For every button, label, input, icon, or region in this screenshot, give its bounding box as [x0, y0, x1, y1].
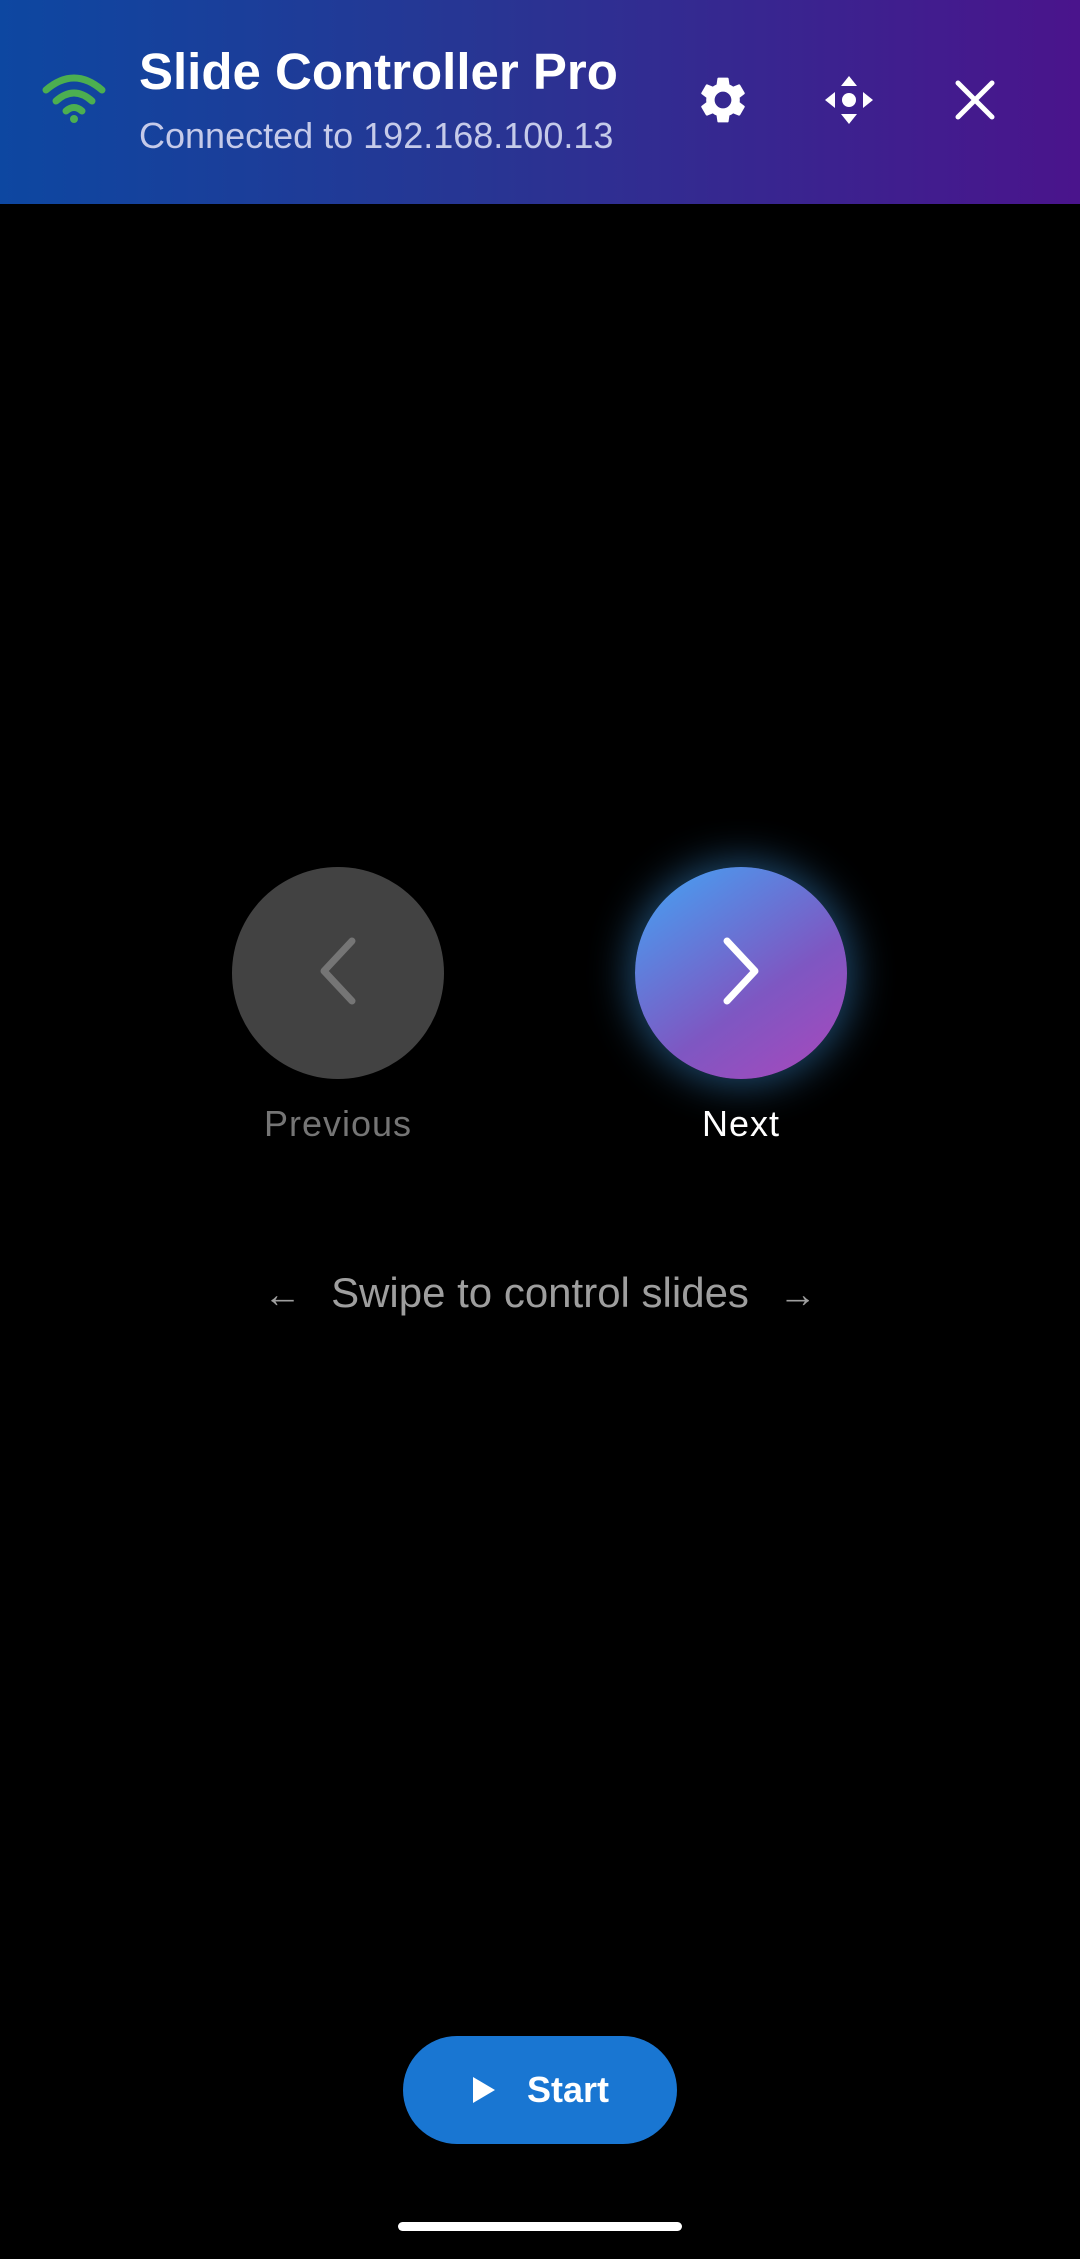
- close-icon: [953, 78, 997, 127]
- next-label: Next: [701, 1103, 781, 1144]
- next-slide-button[interactable]: [635, 867, 847, 1079]
- close-button[interactable]: [930, 57, 1020, 147]
- left-arrow-glyph: ←: [263, 1274, 302, 1316]
- connection-status: Connected to 192.168.100.13: [139, 115, 614, 156]
- move-button[interactable]: [804, 57, 894, 147]
- app-screen: Slide Controller Pro Connected to 192.16…: [0, 0, 1080, 2259]
- chevron-left-icon: [308, 931, 368, 1016]
- start-presentation-button[interactable]: Start: [403, 2036, 677, 2144]
- chevron-right-icon: [711, 931, 771, 1016]
- app-header: Slide Controller Pro Connected to 192.16…: [0, 0, 1080, 204]
- previous-slide-button[interactable]: [232, 867, 444, 1079]
- gear-icon: [695, 72, 751, 133]
- swipe-hint-text: Swipe to control slides: [331, 1269, 749, 1316]
- app-title: Slide Controller Pro: [139, 43, 618, 100]
- home-indicator[interactable]: [398, 2222, 682, 2231]
- start-label: Start: [526, 2069, 610, 2110]
- wifi-icon: [42, 72, 106, 124]
- move-arrows-icon: [821, 72, 877, 133]
- swipe-hint: ← Swipe to control slides →: [0, 1265, 1080, 1323]
- settings-button[interactable]: [678, 57, 768, 147]
- right-arrow-glyph: →: [778, 1274, 817, 1316]
- previous-label: Previous: [263, 1103, 413, 1144]
- play-icon: [471, 2075, 497, 2105]
